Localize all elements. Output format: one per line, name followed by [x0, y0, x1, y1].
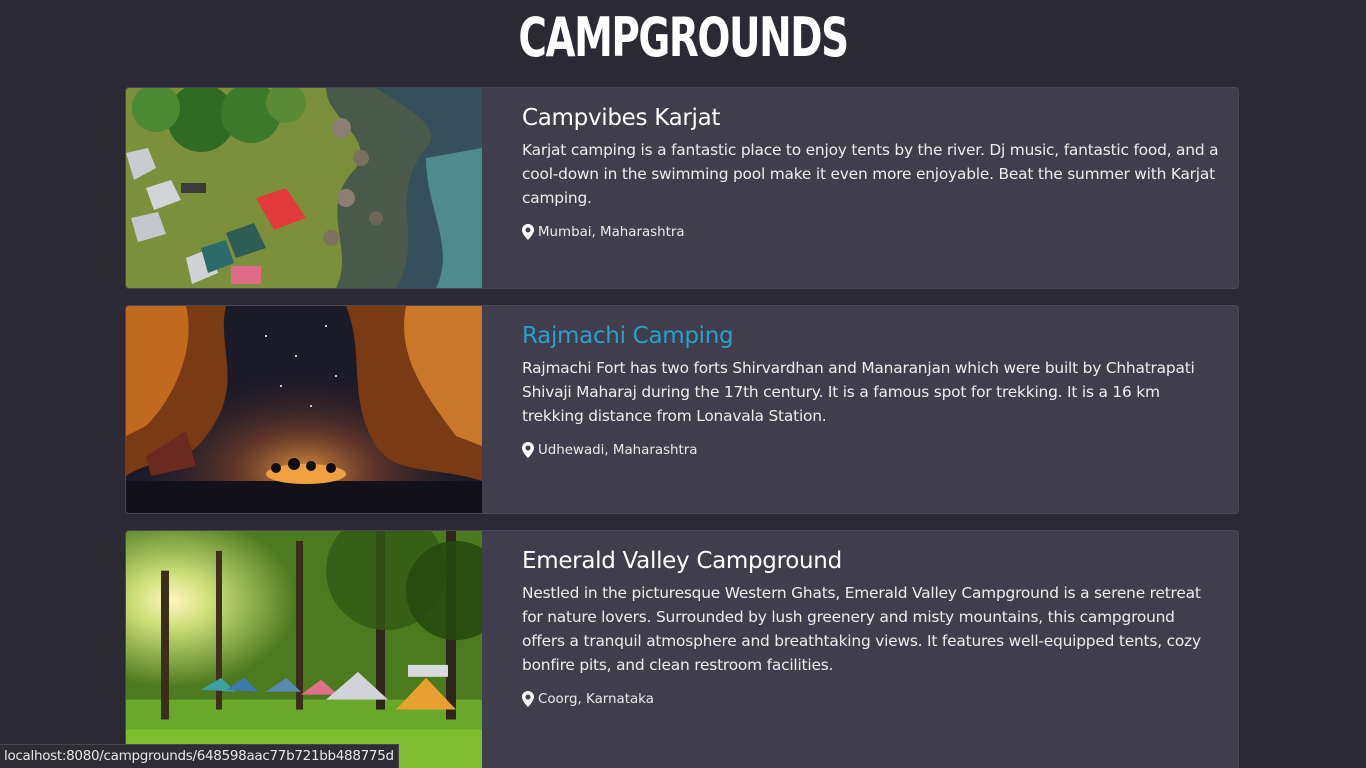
map-pin-icon	[522, 224, 534, 240]
campground-location: Coorg, Karnataka	[522, 691, 1222, 707]
campground-location: Mumbai, Maharashtra	[522, 224, 1222, 240]
campground-image[interactable]	[126, 531, 482, 768]
campground-title[interactable]: Campvibes Karjat	[522, 102, 1222, 134]
campground-title[interactable]: Emerald Valley Campground	[522, 545, 1222, 577]
campground-image[interactable]	[126, 88, 482, 288]
campground-card: Rajmachi Camping Rajmachi Fort has two f…	[125, 305, 1239, 514]
location-text: Udhewadi, Maharashtra	[538, 442, 698, 458]
location-text: Coorg, Karnataka	[538, 691, 654, 707]
status-bar-url: localhost:8080/campgrounds/648598aac77b7…	[0, 744, 399, 768]
campground-card: Emerald Valley Campground Nestled in the…	[125, 530, 1239, 768]
aerial-riverside-tents-image	[126, 88, 482, 288]
location-text: Mumbai, Maharashtra	[538, 224, 685, 240]
campground-title[interactable]: Rajmachi Camping	[522, 320, 1222, 352]
campground-image[interactable]	[126, 306, 482, 513]
night-bonfire-milky-way-image	[126, 306, 482, 513]
forest-tents-sunlight-image	[126, 531, 482, 768]
campground-description: Rajmachi Fort has two forts Shirvardhan …	[522, 359, 1195, 425]
map-pin-icon	[522, 442, 534, 458]
campground-description: Nestled in the picturesque Western Ghats…	[522, 584, 1201, 674]
campgrounds-page: CAMPGROUNDS Campvibes Karjat Karjat camp…	[0, 0, 1366, 768]
campground-card-body: Rajmachi Camping Rajmachi Fort has two f…	[522, 320, 1222, 458]
campground-description: Karjat camping is a fantastic place to e…	[522, 141, 1219, 207]
campground-location: Udhewadi, Maharashtra	[522, 442, 1222, 458]
campground-card-body: Campvibes Karjat Karjat camping is a fan…	[522, 102, 1222, 240]
campground-card: Campvibes Karjat Karjat camping is a fan…	[125, 87, 1239, 289]
campground-card-body: Emerald Valley Campground Nestled in the…	[522, 545, 1222, 707]
page-title: CAMPGROUNDS	[518, 6, 849, 69]
map-pin-icon	[522, 691, 534, 707]
